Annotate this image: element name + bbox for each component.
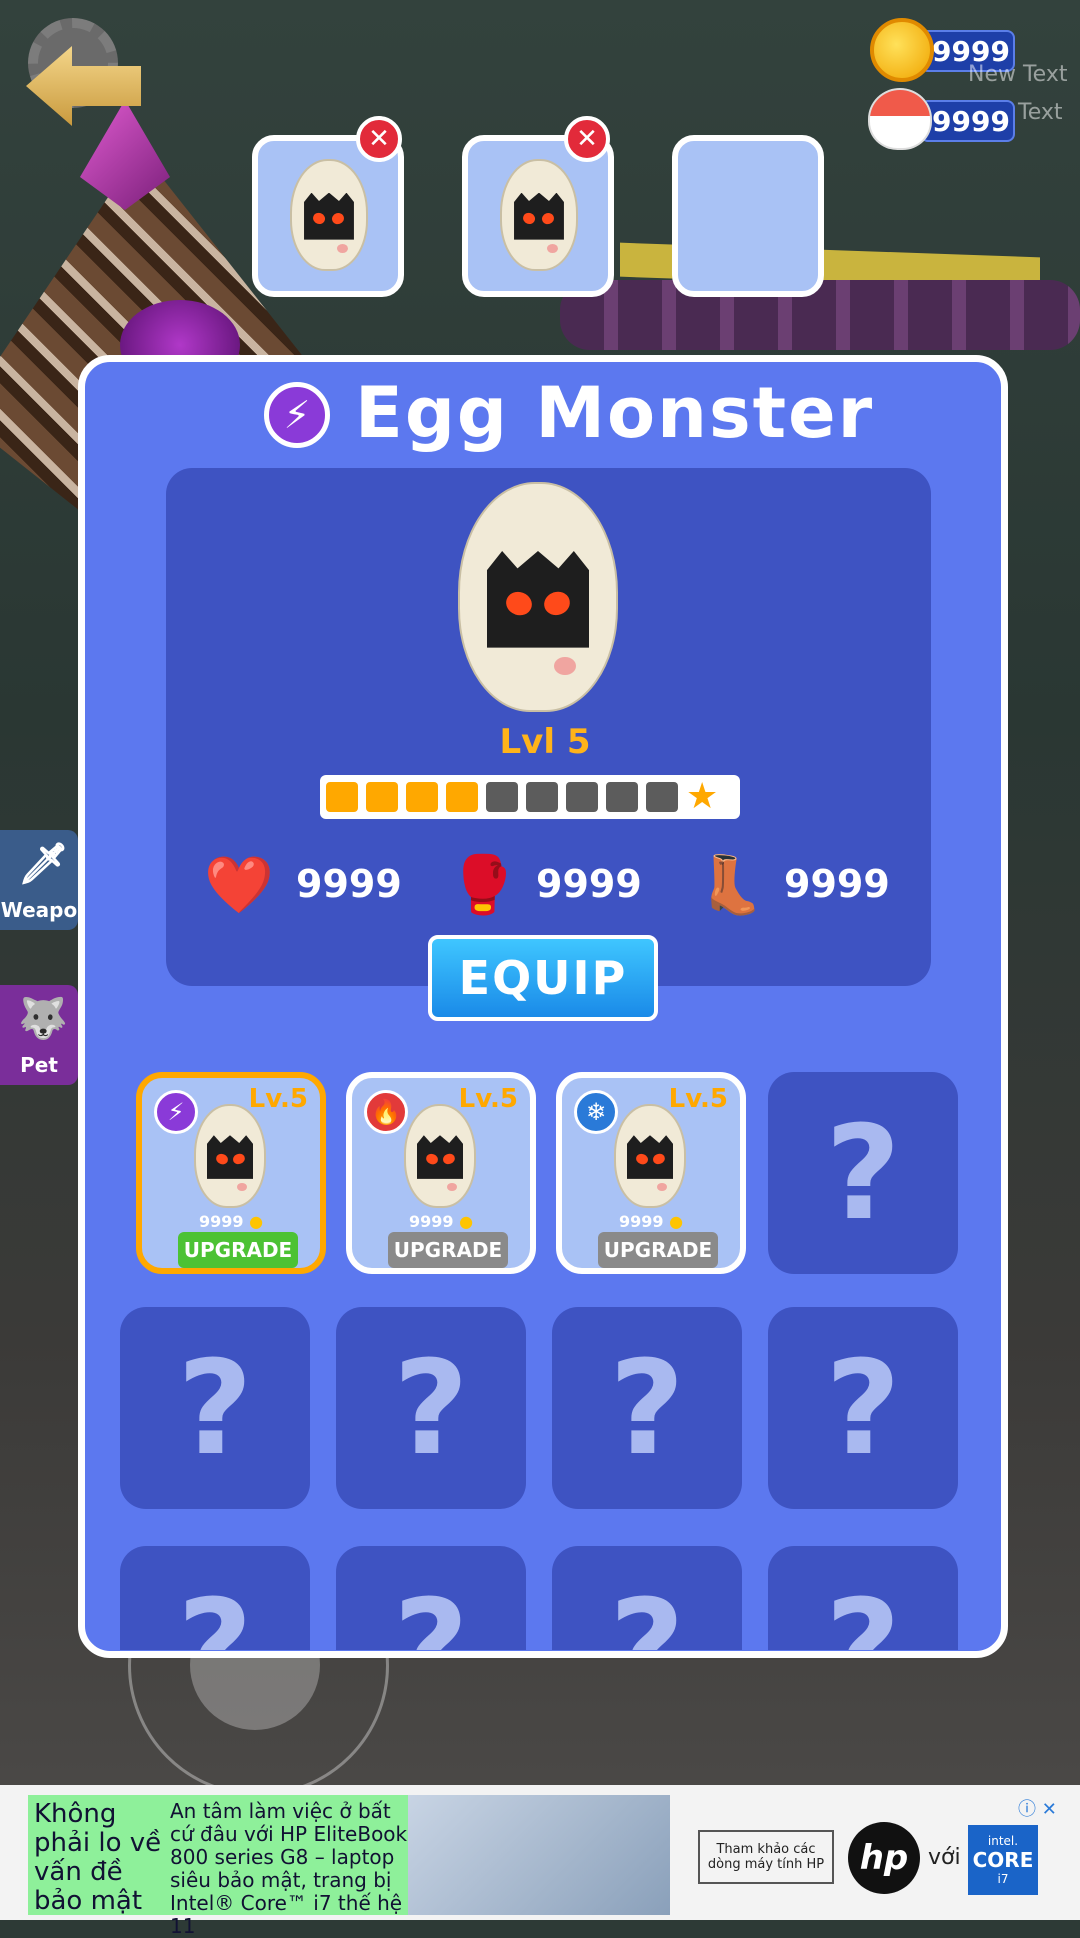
coin-hint-text: New Text (968, 62, 1068, 87)
progress-segment (606, 782, 638, 812)
ad-headline: Không phải lo về vấn đề bảo mật (34, 1799, 162, 1916)
upgrade-cost: 9999 ● (352, 1212, 530, 1231)
lightning-icon: ⚡ (154, 1090, 198, 1134)
pet-title: Egg Monster (355, 372, 875, 454)
progress-segment (566, 782, 598, 812)
enemy-row-decoration (560, 280, 1080, 350)
upgrade-cost: 9999 ● (562, 1212, 740, 1231)
level-progress-bar: ★ (320, 775, 740, 819)
coin-icon (870, 18, 934, 82)
progress-segment (646, 782, 678, 812)
boxing-glove-icon: 🥊 (448, 853, 518, 918)
fire-icon: 🔥 (364, 1090, 408, 1134)
upgrade-cost-value: 9999 (618, 1212, 664, 1231)
ad-cta-button[interactable]: Tham khảo các dòng máy tính HP (698, 1830, 834, 1884)
progress-segment (446, 782, 478, 812)
hp-logo: hp (848, 1822, 920, 1894)
coin-icon: ● (459, 1212, 474, 1231)
locked-pet-slot[interactable]: ? (768, 1546, 958, 1650)
egg-monster-icon (614, 1104, 686, 1208)
egg-monster-icon (194, 1104, 266, 1208)
pet-card[interactable]: ❄ Lv.5 9999 ● UPGRADE (556, 1072, 746, 1274)
question-mark-icon: ? (825, 1097, 901, 1249)
egg-monster-icon (404, 1104, 476, 1208)
ad-photo (408, 1795, 670, 1915)
question-mark-icon: ? (177, 1332, 253, 1484)
egg-count: 9999 (932, 104, 1010, 138)
progress-segment (406, 782, 438, 812)
heart-icon: ❤️ (204, 853, 274, 918)
health-value: 9999 (296, 862, 402, 906)
egg-monster-portrait (458, 482, 618, 712)
equip-button[interactable]: EQUIP (428, 935, 658, 1021)
ad-close-icon[interactable]: ⓘ ✕ (1018, 1795, 1057, 1821)
question-mark-icon: ? (609, 1332, 685, 1484)
upgrade-button[interactable]: UPGRADE (598, 1232, 718, 1268)
egg-monster-icon (290, 159, 368, 271)
pet-card[interactable]: ⚡ Lv.5 9999 ● UPGRADE (136, 1072, 326, 1274)
winged-boot-icon: 👢 (696, 853, 766, 918)
locked-pet-slot[interactable]: ? (336, 1307, 526, 1509)
locked-pet-slot[interactable]: ? (552, 1307, 742, 1509)
attack-value: 9999 (536, 862, 642, 906)
question-mark-icon: ? (393, 1571, 469, 1650)
upgrade-button[interactable]: UPGRADE (388, 1232, 508, 1268)
upgrade-button[interactable]: UPGRADE (178, 1232, 298, 1268)
question-mark-icon: ? (609, 1571, 685, 1650)
intel-line-1: intel. (987, 1834, 1019, 1848)
close-icon[interactable]: ✕ (356, 116, 402, 162)
pet-card[interactable]: 🔥 Lv.5 9999 ● UPGRADE (346, 1072, 536, 1274)
locked-pet-slot[interactable]: ? (768, 1072, 958, 1274)
egg-currency-icon (868, 88, 932, 150)
egg-hint-text: Text (1018, 100, 1063, 125)
intel-logo: intel. CORE i7 (968, 1825, 1038, 1895)
progress-segment (366, 782, 398, 812)
pet-tab[interactable]: 🐺 Pet (0, 985, 78, 1085)
sword-icon: 🗡 (18, 841, 69, 887)
egg-counter: 9999 (920, 100, 1015, 142)
intel-line-2: CORE (972, 1848, 1034, 1872)
equipped-slot-3-empty[interactable] (672, 135, 824, 297)
pet-level-label: Lvl 5 (499, 722, 591, 762)
weapon-tab-label: Weapo (0, 898, 78, 922)
locked-pet-slot[interactable]: ? (120, 1307, 310, 1509)
locked-pet-slot[interactable]: ? (120, 1546, 310, 1650)
question-mark-icon: ? (825, 1571, 901, 1650)
coin-icon: ● (249, 1212, 264, 1231)
upgrade-cost-value: 9999 (198, 1212, 244, 1231)
close-icon[interactable]: ✕ (564, 116, 610, 162)
pet-grid-row-3: ? ? ? ? (78, 1540, 1008, 1650)
ad-with-text: với (928, 1845, 961, 1870)
progress-segment (526, 782, 558, 812)
pet-tab-label: Pet (20, 1053, 58, 1077)
snowflake-icon: ❄ (574, 1090, 618, 1134)
speed-value: 9999 (784, 862, 890, 906)
pet-icon: 🐺 (18, 996, 68, 1042)
progress-segment (486, 782, 518, 812)
upgrade-cost-value: 9999 (408, 1212, 454, 1231)
question-mark-icon: ? (393, 1332, 469, 1484)
intel-line-3: i7 (997, 1872, 1009, 1886)
star-icon: ★ (686, 776, 719, 817)
progress-segment (326, 782, 358, 812)
locked-pet-slot[interactable]: ? (768, 1307, 958, 1509)
upgrade-cost: 9999 ● (142, 1212, 320, 1231)
locked-pet-slot[interactable]: ? (552, 1546, 742, 1650)
coin-icon: ● (669, 1212, 684, 1231)
ad-body: An tâm làm việc ở bất cứ đâu với HP Elit… (170, 1799, 408, 1938)
question-mark-icon: ? (177, 1571, 253, 1650)
lightning-icon: ⚡ (264, 382, 330, 448)
locked-pet-slot[interactable]: ? (336, 1546, 526, 1650)
egg-monster-icon (500, 159, 578, 271)
weapon-tab[interactable]: 🗡 Weapo (0, 830, 78, 930)
question-mark-icon: ? (825, 1332, 901, 1484)
